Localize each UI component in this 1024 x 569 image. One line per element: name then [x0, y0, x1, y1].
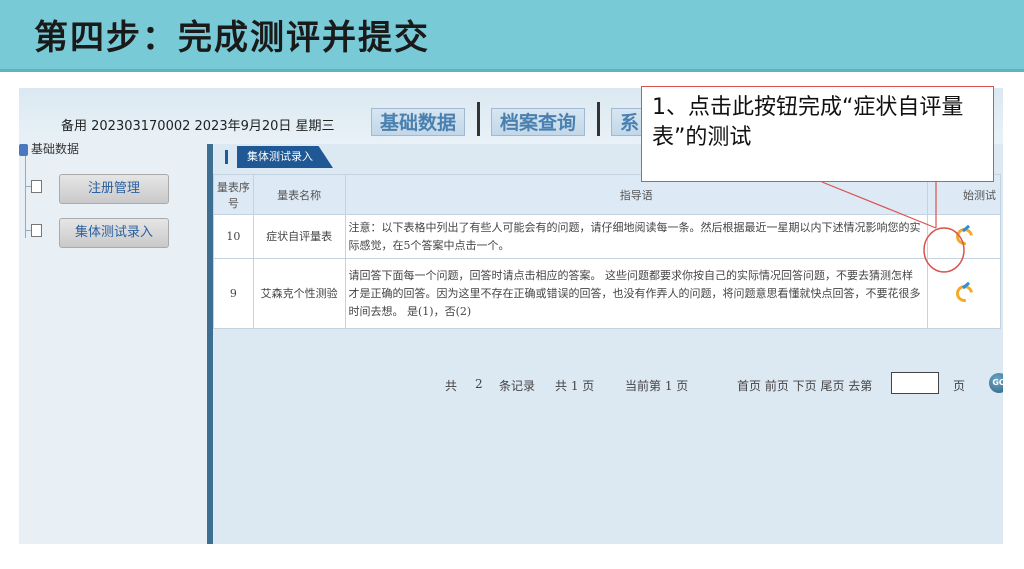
pager: 共 2 条记录 共 1 页 当前第 1 页 首页 前页 下页 尾页 去第 页 G…: [213, 372, 1003, 398]
sidebar-item-register[interactable]: 注册管理: [59, 174, 169, 204]
sidebar-item-group-test[interactable]: 集体测试录入: [59, 218, 169, 248]
row-start-cell: [926, 214, 1002, 259]
pager-total-records: 2: [475, 377, 483, 391]
slide-title-bar: 第四步：完成测评并提交: [0, 0, 1024, 72]
user-info: 备用 202303170002 2023年9月20日 星期三: [61, 119, 335, 134]
row-name: 艾森克个性测验: [252, 258, 346, 329]
pager-records-label: 条记录: [499, 379, 536, 393]
tab-archive-query[interactable]: 档案查询: [491, 108, 586, 136]
scale-table: 量表序号 量表名称 指导语 始测试 10 症状自评量表 注意：以下表格中列出了有…: [213, 174, 1002, 329]
row-no: 9: [213, 258, 254, 329]
header-no: 量表序号: [213, 174, 254, 215]
page-icon: [31, 180, 42, 193]
header-name: 量表名称: [252, 174, 346, 215]
tab-basic-data[interactable]: 基础数据: [371, 108, 466, 136]
sidebar-root-label: 基础数据: [31, 142, 80, 156]
pager-current: 当前第 1 页: [625, 379, 689, 393]
go-button[interactable]: GO: [989, 373, 1003, 393]
pager-page-suffix: 页: [953, 379, 966, 393]
start-test-icon[interactable]: [955, 284, 973, 298]
callout-box: 1、点击此按钮完成“症状自评量表”的测试: [641, 86, 994, 182]
page-icon: [31, 224, 42, 237]
row-guide: 注意：以下表格中列出了有些人可能会有的问题，请仔细地阅读每一条。然后根据最近一星…: [344, 214, 928, 259]
section-marker: [225, 150, 228, 164]
slide: 第四步：完成测评并提交 备用 202303170002 2023年9月20日 星…: [0, 0, 1024, 569]
row-start-cell: [926, 258, 1002, 329]
slide-title: 第四步：完成测评并提交: [34, 18, 430, 58]
tab-separator: [597, 102, 600, 136]
pager-nav-links[interactable]: 首页 前页 下页 尾页 去第: [737, 377, 872, 394]
pager-total-prefix: 共: [445, 379, 458, 393]
row-name: 症状自评量表: [252, 214, 346, 259]
page-number-input[interactable]: [891, 372, 939, 394]
row-no: 10: [213, 214, 254, 259]
section-tab-label: 集体测试录入: [237, 146, 333, 168]
section-tab: 集体测试录入: [217, 146, 393, 168]
tab-separator: [477, 102, 480, 136]
table-row: 9 艾森克个性测验 请回答下面每一个问题，回答时请点击相应的答案。 这些问题都要…: [213, 258, 1002, 329]
start-test-icon[interactable]: [955, 227, 973, 241]
sidebar: 基础数据 注册管理 集体测试录入: [19, 140, 207, 544]
row-guide: 请回答下面每一个问题，回答时请点击相应的答案。 这些问题都要求你按自己的实际情况…: [344, 258, 928, 329]
main-panel: 集体测试录入 量表序号 量表名称 指导语 始测试 10 症状自评量表 注意：以下…: [213, 144, 1003, 544]
folder-icon: [19, 143, 28, 156]
tree-line: [25, 156, 26, 238]
sidebar-root[interactable]: 基础数据: [19, 140, 79, 157]
pager-pages: 共 1 页: [555, 379, 595, 393]
table-row: 10 症状自评量表 注意：以下表格中列出了有些人可能会有的问题，请仔细地阅读每一…: [213, 214, 1002, 259]
